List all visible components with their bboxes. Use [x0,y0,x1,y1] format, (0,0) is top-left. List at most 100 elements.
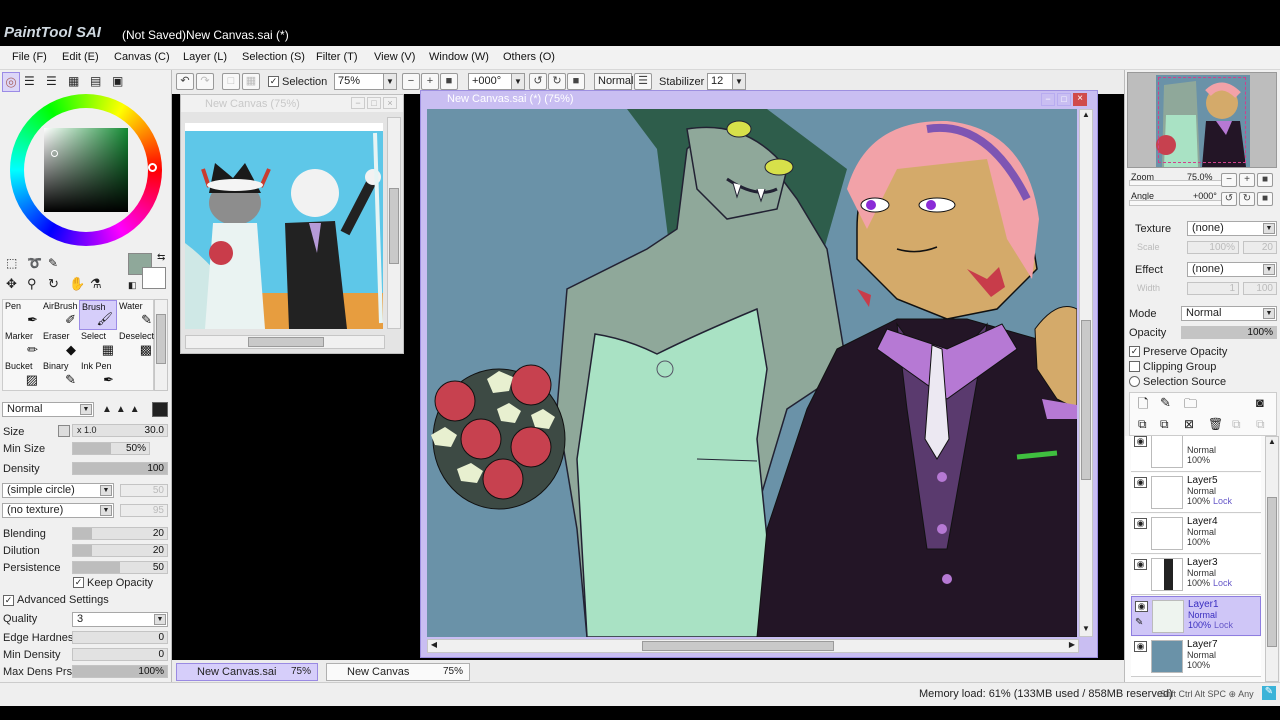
layer-scroll-up-icon[interactable]: ▲ [1266,437,1278,449]
zoom-reset-icon[interactable]: ■ [440,73,458,90]
layer-list-scrollbar[interactable]: ▲ [1265,436,1279,682]
brush-shape-icons[interactable]: ▲▲▲ [102,404,144,415]
canvas-hscroll-thumb[interactable] [642,641,834,651]
blending-slider[interactable]: 20 [72,527,168,540]
tool-ink-pen[interactable]: Ink Pen ✒ [79,360,117,390]
saturation-value-square[interactable] [44,128,128,212]
tool-binary[interactable]: Binary ✎ [41,360,79,390]
menu-file[interactable]: File (F) [12,51,47,63]
move-icon[interactable]: ✥ [6,276,17,292]
invert-selection-icon[interactable]: ▦ [242,73,260,90]
menu-edit[interactable]: Edit (E) [62,51,99,63]
layer-texture-select[interactable]: (none) ▼ [1187,221,1277,236]
eye-icon[interactable]: ◉ [1134,477,1147,488]
zoom-icon[interactable]: ⚲ [27,276,37,292]
secondary-vscroll-thumb[interactable] [389,188,399,264]
texture-strength-slider[interactable]: 95 [120,504,168,517]
eye-icon[interactable]: ◉ [1134,518,1147,529]
canvas-scroll-down-icon[interactable]: ▼ [1080,624,1092,636]
eye-icon[interactable]: ◉ [1135,601,1148,612]
brush-mode-select[interactable]: Normal ▼ [2,402,94,417]
eye-icon[interactable]: ◉ [1134,436,1147,447]
layer-row[interactable]: ◉ Layer5 Normal 100% Lock [1131,473,1261,513]
width-slider[interactable]: 1 [1187,282,1239,295]
canvas-vscroll-thumb[interactable] [1081,320,1091,480]
merge-down-icon[interactable]: ⧉ [1160,417,1169,432]
menu-canvas[interactable]: Canvas (C) [114,51,170,63]
rotate-left-icon[interactable]: ↺ [529,73,547,90]
minimize-icon[interactable]: − [351,97,365,109]
navigator-view-rect[interactable] [1158,77,1246,163]
eye-icon[interactable]: ◉ [1134,641,1147,652]
quality-select[interactable]: 3 ▼ [72,612,168,627]
layer-effect-select[interactable]: (none) ▼ [1187,262,1277,277]
doc-tab-active[interactable]: New Canvas.sai 75% [176,663,318,681]
secondary-window-titlebar[interactable]: New Canvas (75%) − □ × [181,95,403,112]
main-canvas-window[interactable]: New Canvas.sai (*) (75%) − □ × ▲ ▼ ◀ ▶ [420,90,1098,658]
transfer-down-icon[interactable]: ⧉ [1138,417,1147,432]
lasso-icon[interactable]: ➰ [27,256,42,270]
close-icon[interactable]: × [383,97,397,109]
secondary-hscroll-thumb[interactable] [248,337,324,347]
density-slider[interactable]: 100 [72,462,168,475]
min-size-slider[interactable]: 50% [72,442,150,455]
rotate-right-icon[interactable]: ↻ [548,73,566,90]
rotate-icon[interactable]: ↻ [48,276,59,292]
deselect-icon[interactable]: □ [222,73,240,90]
angle-field[interactable]: +000° [468,73,512,90]
tool-grid-scrollbar[interactable] [154,299,168,391]
menu-others[interactable]: Others (O) [503,51,555,63]
size-slider[interactable]: x 1.0 30.0 [72,424,168,437]
new-linework-layer-icon[interactable]: ✎ [1160,395,1171,411]
selection-source-radio[interactable] [1129,376,1140,387]
layer-mask-icon[interactable]: ◙ [1256,395,1264,410]
layer-mode-select[interactable]: Normal ▼ [1181,306,1277,321]
eye-icon[interactable]: ◉ [1134,559,1147,570]
tool-pen[interactable]: Pen ✒ [3,300,41,330]
pen-pressure-icon[interactable]: ✎ [1262,686,1276,700]
hue-picker-cursor[interactable] [148,163,157,172]
layer-row-selected[interactable]: ◉ ✎ Layer1 Normal 100% Lock [1131,596,1261,636]
layer-row[interactable]: ◉ Layer3 Normal 100% Lock [1131,555,1261,595]
undo-icon[interactable]: ↶ [176,73,194,90]
advanced-settings-checkbox[interactable]: ✓ [3,595,14,606]
secondary-vertical-scrollbar[interactable] [387,117,401,329]
delete-mask-icon[interactable]: ⧉ [1256,417,1265,432]
flip-icon[interactable]: ☰ [634,73,652,90]
menu-selection[interactable]: Selection (S) [242,51,305,63]
angle-dropdown-icon[interactable]: ▼ [511,73,525,90]
nav-zoom-out-icon[interactable]: − [1221,173,1237,187]
canvas-scroll-right-icon[interactable]: ▶ [1066,640,1078,652]
layer-opacity-slider[interactable]: 100% [1181,326,1277,339]
brush-shape-select[interactable]: (simple circle) ▼ [2,483,114,498]
color-wheel-mode-icon[interactable]: ◎ [2,72,20,92]
canvas-close-icon[interactable]: × [1073,93,1087,106]
rotate-reset-icon[interactable]: ■ [567,73,585,90]
canvas-scroll-left-icon[interactable]: ◀ [428,640,440,652]
tool-eraser[interactable]: Eraser ◆ [41,330,79,360]
hsv-slider-mode-icon[interactable]: ☰ [46,74,57,88]
new-folder-icon[interactable]: 🗀 [1184,395,1197,417]
dilution-slider[interactable]: 20 [72,544,168,557]
brush-shape-square-icon[interactable] [152,402,168,417]
layer-scroll-thumb[interactable] [1267,497,1277,647]
user-colors-mode-icon[interactable]: ▣ [112,74,123,88]
scale-slider[interactable]: 100% [1187,241,1239,254]
secondary-canvas-artwork[interactable] [185,123,383,329]
rgb-slider-mode-icon[interactable]: ☰ [24,74,35,88]
main-canvas-titlebar[interactable]: New Canvas.sai (*) (75%) − □ × [427,92,1091,109]
layer-row[interactable]: ◉ Layer7 Normal 100% [1131,637,1261,677]
swatches-mode-icon[interactable]: ▦ [68,74,79,88]
color-wheel[interactable] [10,94,162,246]
secondary-horizontal-scrollbar[interactable] [185,335,385,349]
nav-rotate-right-icon[interactable]: ↻ [1239,192,1255,206]
stabilizer-dropdown-icon[interactable]: ▼ [732,73,746,90]
zoom-field[interactable]: 75% [334,73,384,90]
selection-checkbox[interactable]: ✓ [268,76,279,87]
stabilizer-field[interactable]: 12 [707,73,735,90]
canvas-minimize-icon[interactable]: − [1041,93,1055,106]
maximize-icon[interactable]: □ [367,97,381,109]
max-dens-prs-slider[interactable]: 100% [72,665,168,678]
secondary-canvas-window[interactable]: New Canvas (75%) − □ × [180,94,404,354]
layer-row[interactable]: ◉ Normal 100% [1131,436,1261,472]
